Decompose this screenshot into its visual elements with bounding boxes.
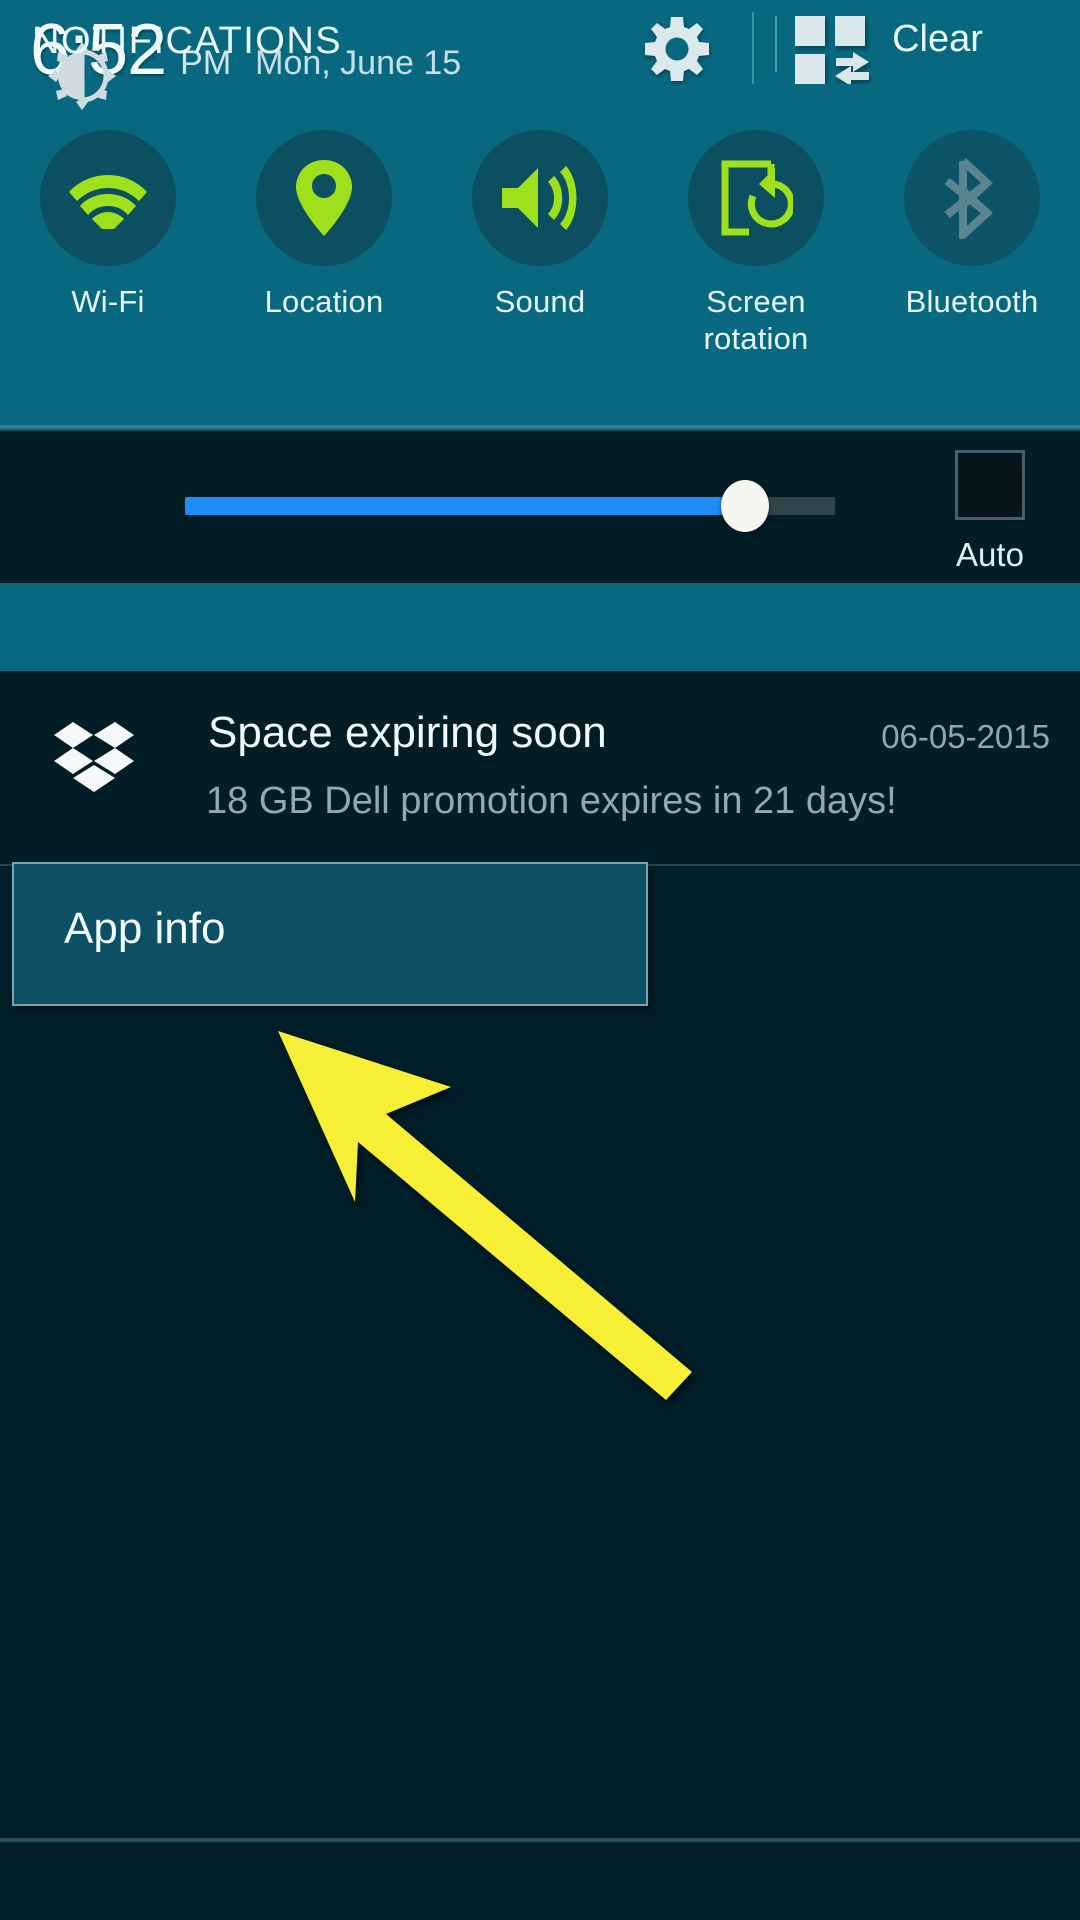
speaker-volume-icon <box>502 166 577 230</box>
notifications-header <box>0 583 1080 671</box>
toggle-screen-rotation-label: Screen rotation <box>703 284 809 356</box>
toggle-location-circle[interactable] <box>256 130 392 266</box>
notification-item[interactable] <box>0 671 1080 864</box>
auto-brightness-checkbox[interactable] <box>955 450 1025 520</box>
toggle-screen-rotation[interactable]: Screen rotation <box>648 130 864 400</box>
location-pin-icon <box>296 160 352 236</box>
toggle-location-label: Location <box>264 284 384 319</box>
clear-notifications-button[interactable]: Clear <box>795 18 1080 61</box>
notification-timestamp: 06-05-2015 <box>881 718 1050 755</box>
screen-rotation-icon <box>721 160 793 236</box>
bottom-divider <box>0 1838 1080 1843</box>
brightness-slider[interactable] <box>185 480 835 532</box>
toggle-wifi[interactable]: Wi-Fi <box>0 130 216 400</box>
toggle-location[interactable]: Location <box>216 130 432 400</box>
notifications-header-title: NOTIFICATIONS <box>32 20 343 62</box>
gear-icon[interactable] <box>641 13 713 85</box>
quick-toggle-row: Wi-Fi Location Sound Screen rotation Blu… <box>0 130 1080 400</box>
toggle-bluetooth-circle[interactable] <box>904 130 1040 266</box>
toggle-sound-circle[interactable] <box>472 130 608 266</box>
toggle-bluetooth[interactable]: Bluetooth <box>864 130 1080 400</box>
brightness-slider-fill <box>185 497 743 515</box>
toggle-sound[interactable]: Sound <box>432 130 648 400</box>
toggle-wifi-circle[interactable] <box>40 130 176 266</box>
wifi-icon <box>69 175 147 229</box>
app-info-label: App info <box>64 904 226 953</box>
toggle-bluetooth-label: Bluetooth <box>905 284 1039 319</box>
dropbox-icon <box>52 718 136 802</box>
notification-title: Space expiring soon <box>208 708 607 757</box>
status-bar-divider <box>752 12 754 84</box>
notification-body: 18 GB Dell promotion expires in 21 days! <box>206 780 897 822</box>
bluetooth-icon <box>944 158 993 239</box>
brightness-slider-thumb[interactable] <box>721 480 769 532</box>
notification-shade-screen: 6:52 PM Mon, June 15 Wi-Fi Location Soun… <box>0 0 1080 1920</box>
app-info-popup[interactable]: App info <box>12 862 648 1006</box>
toggle-wifi-label: Wi-Fi <box>71 284 145 319</box>
auto-brightness-label: Auto <box>956 536 1024 573</box>
toggle-sound-label: Sound <box>494 284 586 319</box>
toggle-screen-rotation-circle[interactable] <box>688 130 824 266</box>
notifications-header-divider <box>775 16 777 72</box>
